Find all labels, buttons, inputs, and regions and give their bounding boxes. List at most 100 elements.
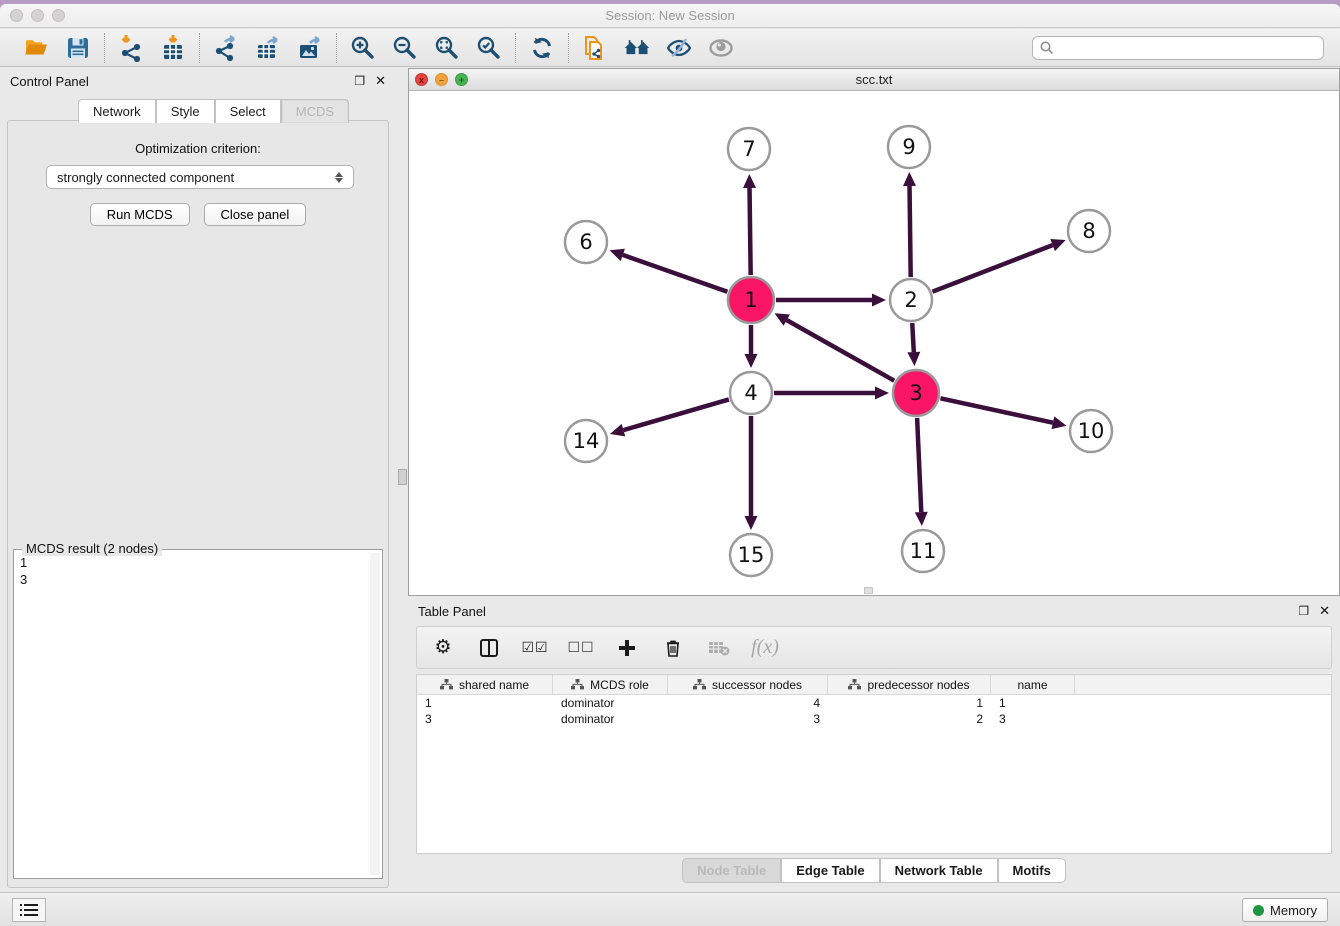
function-builder-icon: f(x) xyxy=(753,636,777,660)
control-panel-tabs: Network Style Select MCDS xyxy=(78,99,349,123)
tab-select[interactable]: Select xyxy=(215,99,281,123)
import-table-icon[interactable] xyxy=(159,34,187,62)
open-file-icon[interactable] xyxy=(22,34,50,62)
table-panel-title: Table Panel xyxy=(418,604,486,619)
add-column-icon[interactable] xyxy=(615,636,639,660)
memory-status-icon xyxy=(1253,905,1264,916)
result-scrollbar[interactable] xyxy=(370,553,380,875)
graph-edge-2-8[interactable] xyxy=(932,245,1052,292)
run-mcds-button[interactable]: Run MCDS xyxy=(90,203,190,226)
cell-mcds-role[interactable]: dominator xyxy=(553,712,668,726)
splitter-grip[interactable] xyxy=(398,469,407,485)
zoom-selected-icon[interactable] xyxy=(475,34,503,62)
graph-arrowhead xyxy=(745,354,758,368)
tree-icon xyxy=(440,679,453,690)
panel-columns-icon[interactable] xyxy=(477,636,501,660)
column-settings-gear-icon[interactable]: ⚙ xyxy=(431,636,455,660)
show-all-icon[interactable] xyxy=(707,34,735,62)
memory-label: Memory xyxy=(1270,903,1317,918)
import-network-icon[interactable] xyxy=(117,34,145,62)
mcds-result-text[interactable]: 1 3 xyxy=(16,554,368,876)
graph-node-label-1: 1 xyxy=(744,288,757,312)
cell-successor-nodes[interactable]: 3 xyxy=(668,712,828,726)
tree-icon xyxy=(693,679,706,690)
criterion-value: strongly connected component xyxy=(57,170,234,185)
zoom-in-icon[interactable] xyxy=(349,34,377,62)
tab-network-table[interactable]: Network Table xyxy=(880,858,998,883)
graph-node-label-2: 2 xyxy=(904,288,917,312)
cell-name[interactable]: 1 xyxy=(991,696,1075,710)
graph-edge-3-11[interactable] xyxy=(917,418,921,512)
network-window-title: scc.txt xyxy=(409,72,1339,87)
main-titlebar: Session: New Session xyxy=(0,4,1340,28)
first-neighbors-icon[interactable] xyxy=(623,34,651,62)
column-header-shared-name[interactable]: shared name xyxy=(417,675,553,694)
cell-predecessor-nodes[interactable]: 1 xyxy=(828,696,991,710)
graph-edge-3-1[interactable] xyxy=(787,320,895,381)
table-toolbar: ⚙ ☑☑ ☐☐ f(x) xyxy=(416,626,1332,669)
select-stepper-icon xyxy=(335,172,343,183)
graph-arrowhead xyxy=(610,249,625,261)
column-header-predecessor-nodes[interactable]: predecessor nodes xyxy=(828,675,991,694)
column-header-successor-nodes[interactable]: successor nodes xyxy=(668,675,828,694)
export-image-icon[interactable] xyxy=(296,34,324,62)
float-table-panel-icon[interactable]: ❐ xyxy=(1298,604,1309,618)
tab-network[interactable]: Network xyxy=(78,99,156,123)
tree-icon xyxy=(571,679,584,690)
duplicate-network-icon[interactable] xyxy=(581,34,609,62)
tab-style[interactable]: Style xyxy=(156,99,215,123)
tab-node-table[interactable]: Node Table xyxy=(682,858,781,883)
graph-edge-2-3[interactable] xyxy=(912,323,914,352)
graph-edge-1-7[interactable] xyxy=(750,188,751,275)
refresh-icon[interactable] xyxy=(528,34,556,62)
save-session-icon[interactable] xyxy=(64,34,92,62)
node-table: shared name MCDS role successor nodes pr… xyxy=(416,674,1332,854)
close-panel-icon[interactable]: ✕ xyxy=(375,73,386,89)
graph-node-label-14: 14 xyxy=(573,429,600,453)
cell-successor-nodes[interactable]: 4 xyxy=(668,696,828,710)
graph-node-label-15: 15 xyxy=(738,543,765,567)
criterion-select[interactable]: strongly connected component xyxy=(46,165,354,189)
zoom-fit-icon[interactable] xyxy=(433,34,461,62)
graph-node-label-11: 11 xyxy=(910,539,937,563)
status-bar: Memory xyxy=(0,892,1340,926)
network-view-window: x – + scc.txt 1234678910111415 xyxy=(408,68,1340,596)
mcds-pane: Optimization criterion: strongly connect… xyxy=(7,120,389,888)
deselect-all-rows-icon[interactable]: ☐☐ xyxy=(569,636,593,660)
column-header-name[interactable]: name xyxy=(991,675,1075,694)
birdseye-grip[interactable] xyxy=(864,587,873,594)
zoom-out-icon[interactable] xyxy=(391,34,419,62)
cell-shared-name[interactable]: 1 xyxy=(417,696,553,710)
close-panel-button[interactable]: Close panel xyxy=(204,203,307,226)
memory-button[interactable]: Memory xyxy=(1242,898,1328,922)
hide-selected-icon[interactable] xyxy=(665,34,693,62)
cell-predecessor-nodes[interactable]: 2 xyxy=(828,712,991,726)
network-canvas[interactable]: 1234678910111415 xyxy=(409,91,1339,595)
close-table-panel-icon[interactable]: ✕ xyxy=(1319,603,1330,619)
network-graph[interactable]: 1234678910111415 xyxy=(409,91,1339,595)
cell-name[interactable]: 3 xyxy=(991,712,1075,726)
column-header-mcds-role[interactable]: MCDS role xyxy=(553,675,668,694)
graph-edge-2-9[interactable] xyxy=(910,186,911,277)
network-window-titlebar[interactable]: x – + scc.txt xyxy=(409,69,1339,91)
float-panel-icon[interactable]: ❐ xyxy=(354,74,365,88)
search-icon xyxy=(1039,40,1055,59)
graph-edge-3-10[interactable] xyxy=(940,398,1052,422)
graph-edge-4-14[interactable] xyxy=(623,399,728,430)
cell-mcds-role[interactable]: dominator xyxy=(553,696,668,710)
graph-node-label-3: 3 xyxy=(909,381,922,405)
export-table-icon[interactable] xyxy=(254,34,282,62)
cell-shared-name[interactable]: 3 xyxy=(417,712,553,726)
graph-edge-1-6[interactable] xyxy=(623,255,728,292)
tab-edge-table[interactable]: Edge Table xyxy=(781,858,879,883)
table-row[interactable]: 1 dominator 4 1 1 xyxy=(417,695,1331,711)
export-network-icon[interactable] xyxy=(212,34,240,62)
search-input[interactable] xyxy=(1032,36,1324,60)
tab-motifs[interactable]: Motifs xyxy=(998,858,1066,883)
tab-mcds[interactable]: MCDS xyxy=(281,99,349,123)
select-all-rows-icon[interactable]: ☑☑ xyxy=(523,636,547,660)
table-row[interactable]: 3 dominator 3 2 3 xyxy=(417,711,1331,727)
task-history-button[interactable] xyxy=(12,898,46,922)
graph-arrowhead xyxy=(1052,416,1067,429)
delete-column-icon[interactable] xyxy=(661,636,685,660)
